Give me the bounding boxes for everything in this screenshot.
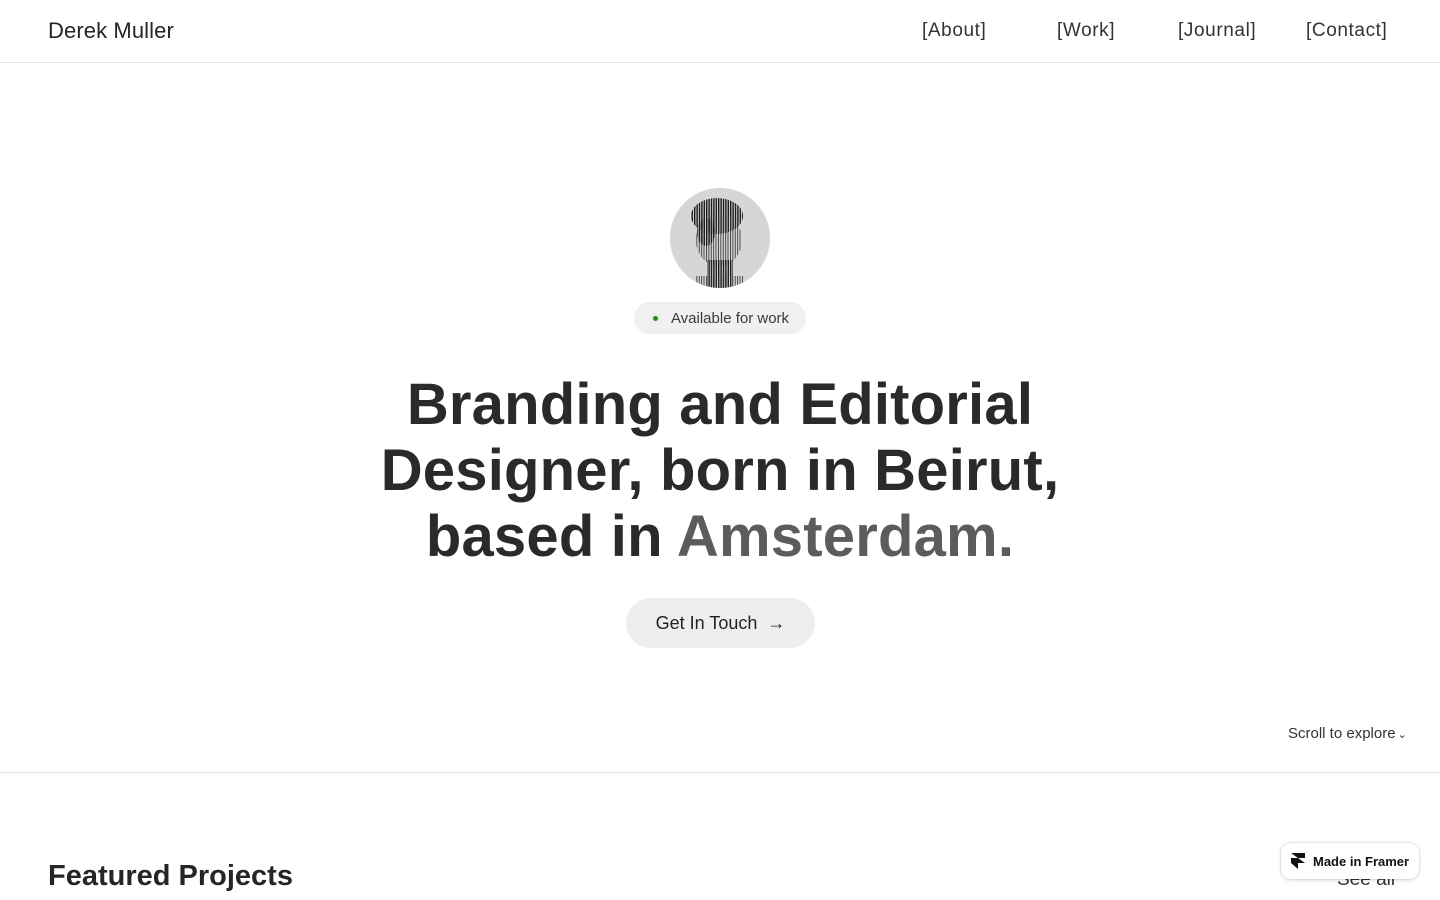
arrow-right-icon: →: [767, 612, 786, 633]
availability-label: Available for work: [670, 309, 790, 327]
hero-title-line-3-prefix: based in: [425, 504, 677, 569]
nav-about[interactable]: [About]: [922, 20, 986, 42]
scroll-hint[interactable]: Scroll to explore ⌄: [1288, 725, 1407, 742]
nav-journal[interactable]: [Journal]: [1178, 20, 1256, 42]
availability-badge: Available for work: [634, 302, 806, 334]
get-in-touch-button[interactable]: Get In Touch →: [626, 598, 815, 648]
chevron-down-icon: ⌄: [1397, 729, 1407, 741]
get-in-touch-label: Get In Touch: [655, 612, 758, 633]
site-header: Derek Muller [About] [Work] [Journal] [C…: [0, 0, 1440, 63]
hero-title-line-1: Branding and Editorial: [406, 372, 1034, 437]
made-in-framer-badge[interactable]: Made in Framer: [1281, 843, 1419, 879]
hero-title-line-2: Designer, born in Beirut,: [380, 438, 1060, 503]
halftone-portrait-icon: [670, 188, 770, 288]
hero-title: Branding and Editorial Designer, born in…: [370, 372, 1070, 570]
status-dot-icon: [650, 313, 661, 323]
nav-contact[interactable]: [Contact]: [1306, 20, 1387, 42]
framer-logo-icon: [1291, 853, 1305, 869]
hero-title-city: Amsterdam.: [676, 504, 1015, 569]
section-divider: [0, 772, 1440, 773]
brand-name[interactable]: Derek Muller: [48, 18, 174, 44]
scroll-hint-label: Scroll to explore: [1288, 725, 1396, 742]
framer-badge-label: Made in Framer: [1313, 853, 1410, 869]
featured-projects-title: Featured Projects: [48, 860, 293, 892]
nav-work[interactable]: [Work]: [1057, 20, 1115, 42]
avatar: [670, 188, 770, 288]
